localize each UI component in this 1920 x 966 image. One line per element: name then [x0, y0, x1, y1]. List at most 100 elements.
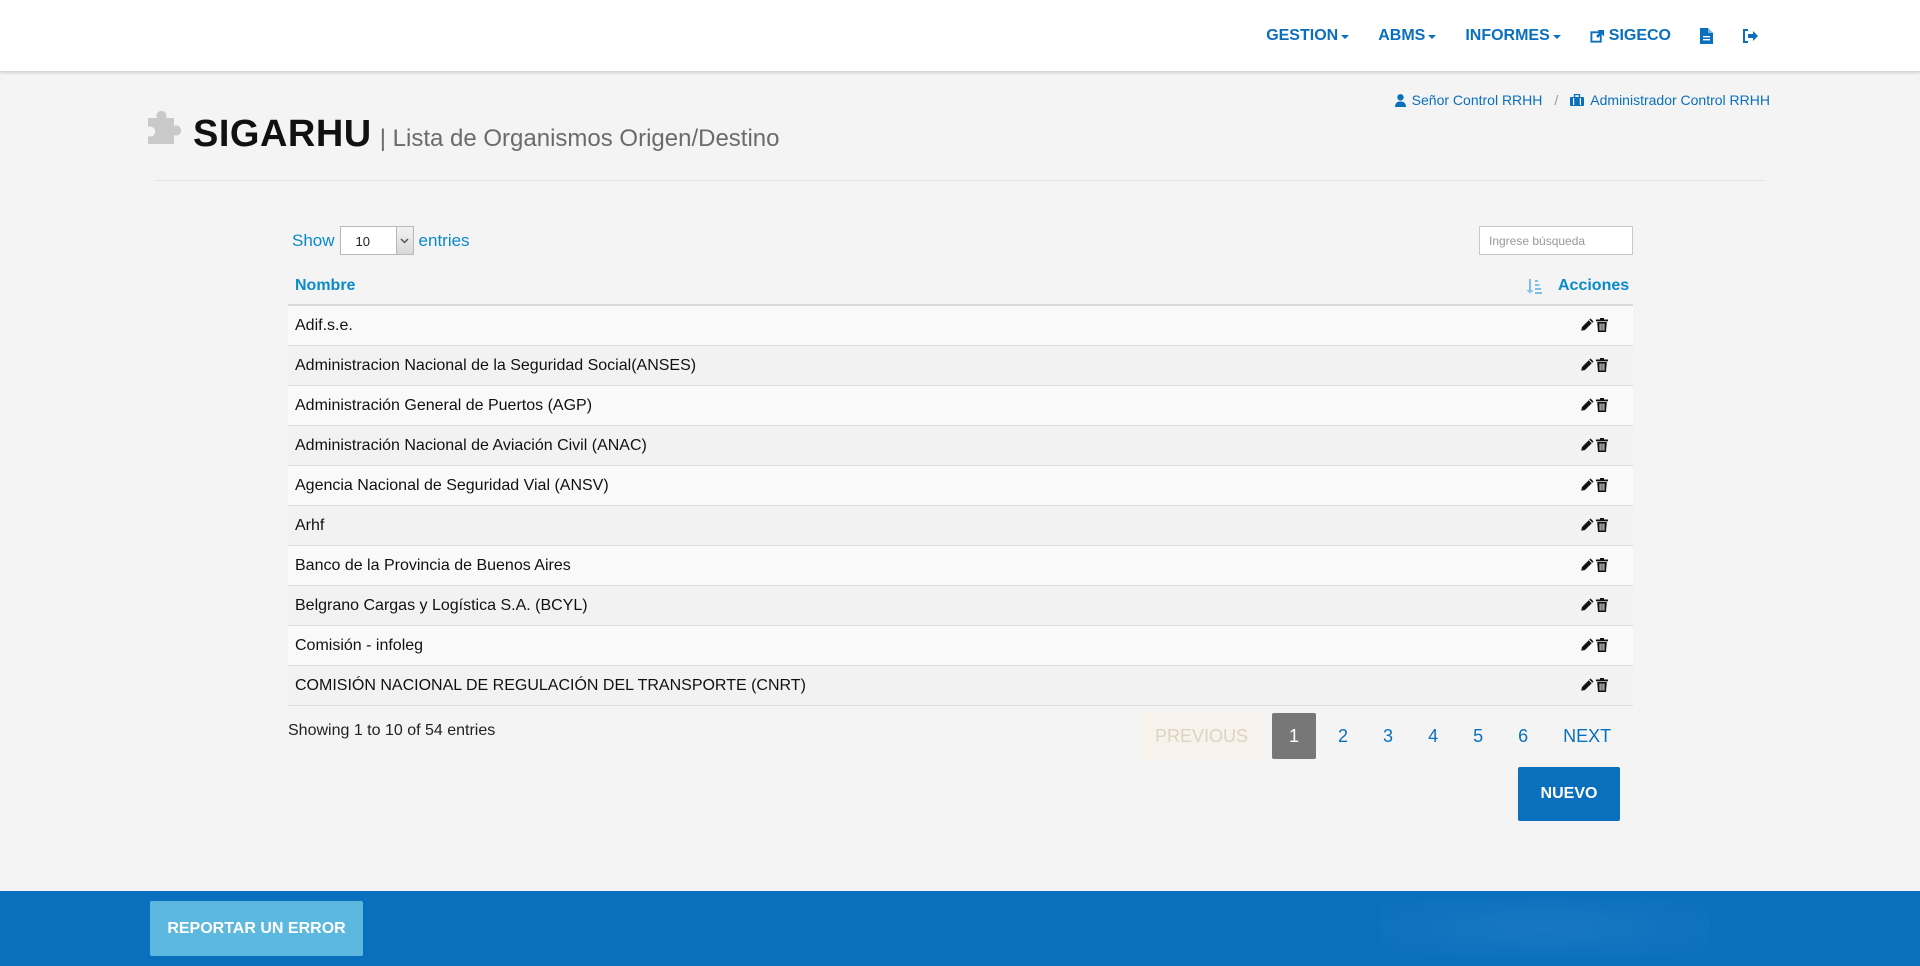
breadcrumb-separator: /	[1554, 92, 1559, 108]
trash-icon[interactable]	[1596, 398, 1608, 412]
organismo-name: Administración General de Puertos (AGP)	[295, 396, 593, 414]
entries-length-control: Show 10 entries	[292, 226, 470, 255]
column-header-acciones: Acciones	[1558, 277, 1630, 294]
nav-sigeco-link[interactable]: SIGECO	[1590, 27, 1671, 45]
trash-icon[interactable]	[1596, 478, 1608, 492]
sign-out-icon	[1742, 29, 1758, 43]
table-row: Administración General de Puertos (AGP)	[288, 386, 1633, 426]
column-header-nombre[interactable]: Nombre	[288, 277, 355, 295]
pagination-page-3[interactable]: 3	[1370, 713, 1406, 759]
row-actions	[1580, 678, 1610, 692]
document-icon	[1700, 28, 1713, 44]
entries-label: entries	[418, 230, 470, 250]
user-breadcrumb: Señor Control RRHH / Administrador Contr…	[1394, 92, 1770, 108]
puzzle-icon	[148, 110, 185, 149]
page-footer: REPORTAR UN ERROR	[0, 891, 1920, 966]
row-actions	[1580, 318, 1610, 332]
table-header: Nombre Acciones	[288, 268, 1633, 306]
trash-icon[interactable]	[1596, 318, 1608, 332]
table-row: Administración Nacional de Aviación Civi…	[288, 426, 1633, 466]
show-label: Show	[292, 230, 335, 250]
pagination: PREVIOUS 1 2 3 4 5 6 NEXT	[1140, 713, 1624, 759]
footer-logo-watermark	[1380, 897, 1710, 957]
table-row: Administracion Nacional de la Seguridad …	[288, 346, 1633, 386]
trash-icon[interactable]	[1596, 678, 1608, 692]
pagination-next[interactable]: NEXT	[1550, 713, 1624, 759]
report-error-button[interactable]: REPORTAR UN ERROR	[150, 901, 363, 956]
nav-informes-label: INFORMES	[1465, 27, 1550, 44]
entries-select-value: 10	[355, 234, 370, 249]
nav-logout-button[interactable]	[1742, 29, 1758, 43]
organismo-name: COMISIÓN NACIONAL DE REGULACIÓN DEL TRAN…	[295, 676, 806, 694]
table-row: Adif.s.e.	[288, 306, 1633, 346]
briefcase-icon	[1570, 94, 1585, 106]
chevron-down-icon	[395, 227, 413, 254]
table-row: Banco de la Provincia de Buenos Aires	[288, 546, 1633, 586]
organismo-name: Arhf	[295, 516, 325, 534]
pagination-page-1[interactable]: 1	[1272, 713, 1317, 759]
pencil-icon[interactable]	[1580, 638, 1594, 652]
sort-amount-icon[interactable]	[1526, 278, 1542, 299]
pencil-icon[interactable]	[1580, 318, 1594, 332]
user-role-link[interactable]: Administrador Control RRHH	[1590, 92, 1770, 108]
nav-informes-dropdown[interactable]: INFORMES	[1465, 27, 1561, 45]
table-body: Adif.s.e. Administracion Nacional de la S…	[288, 306, 1633, 706]
nav-abms-dropdown[interactable]: ABMS	[1378, 27, 1437, 45]
pencil-icon[interactable]	[1580, 518, 1594, 532]
pencil-icon[interactable]	[1580, 678, 1594, 692]
table-row: Arhf	[288, 506, 1633, 546]
table-row: Agencia Nacional de Seguridad Vial (ANSV…	[288, 466, 1633, 506]
trash-icon[interactable]	[1596, 558, 1608, 572]
caret-down-icon	[1341, 35, 1350, 39]
nav-document-button[interactable]	[1700, 28, 1713, 44]
nav-menu: GESTION ABMS INFORMES SIGECO	[1237, 0, 1758, 72]
row-actions	[1580, 438, 1610, 452]
nav-abms-label: ABMS	[1378, 27, 1426, 44]
pagination-page-5[interactable]: 5	[1460, 713, 1496, 759]
table-row: Belgrano Cargas y Logística S.A. (BCYL)	[288, 586, 1633, 626]
table-row: COMISIÓN NACIONAL DE REGULACIÓN DEL TRAN…	[288, 666, 1633, 706]
table-row: Comisión - infoleg	[288, 626, 1633, 666]
nav-sigeco-label: SIGECO	[1608, 27, 1671, 44]
trash-icon[interactable]	[1596, 518, 1608, 532]
user-name-link[interactable]: Señor Control RRHH	[1412, 92, 1543, 108]
row-actions	[1580, 398, 1610, 412]
organismo-name: Comisión - infoleg	[295, 636, 424, 654]
header-divider	[155, 180, 1765, 181]
organismo-name: Adif.s.e.	[295, 316, 353, 334]
trash-icon[interactable]	[1596, 638, 1608, 652]
pencil-icon[interactable]	[1580, 438, 1594, 452]
page-header: SIGARHU | Lista de Organismos Origen/Des…	[148, 110, 779, 153]
trash-icon[interactable]	[1596, 438, 1608, 452]
row-actions	[1580, 638, 1610, 652]
search-input[interactable]: Ingrese búsqueda	[1479, 226, 1633, 255]
pagination-page-2[interactable]: 2	[1325, 713, 1361, 759]
row-actions	[1580, 558, 1610, 572]
pencil-icon[interactable]	[1580, 478, 1594, 492]
pencil-icon[interactable]	[1580, 598, 1594, 612]
pagination-page-4[interactable]: 4	[1415, 713, 1451, 759]
row-actions	[1580, 598, 1610, 612]
top-navbar: GESTION ABMS INFORMES SIGECO	[0, 0, 1920, 72]
organismos-table: Nombre Acciones Adif.s.e. Administracion …	[288, 268, 1633, 706]
pagination-page-6[interactable]: 6	[1505, 713, 1541, 759]
organismo-name: Administracion Nacional de la Seguridad …	[295, 356, 697, 374]
user-icon	[1394, 93, 1406, 107]
row-actions	[1580, 478, 1610, 492]
organismo-name: Belgrano Cargas y Logística S.A. (BCYL)	[295, 596, 588, 614]
page-subtitle: | Lista de Organismos Origen/Destino	[379, 125, 780, 152]
pagination-previous[interactable]: PREVIOUS	[1140, 713, 1264, 759]
row-actions	[1580, 518, 1610, 532]
trash-icon[interactable]	[1596, 358, 1608, 372]
trash-icon[interactable]	[1596, 598, 1608, 612]
caret-down-icon	[1552, 35, 1561, 39]
pencil-icon[interactable]	[1580, 398, 1594, 412]
nuevo-button[interactable]: NUEVO	[1518, 767, 1620, 821]
pencil-icon[interactable]	[1580, 358, 1594, 372]
caret-down-icon	[1428, 35, 1437, 39]
entries-select[interactable]: 10	[339, 226, 414, 255]
nav-gestion-dropdown[interactable]: GESTION	[1266, 27, 1350, 45]
organismo-name: Administración Nacional de Aviación Civi…	[295, 436, 647, 454]
pencil-icon[interactable]	[1580, 558, 1594, 572]
organismo-name: Agencia Nacional de Seguridad Vial (ANSV…	[295, 476, 609, 494]
